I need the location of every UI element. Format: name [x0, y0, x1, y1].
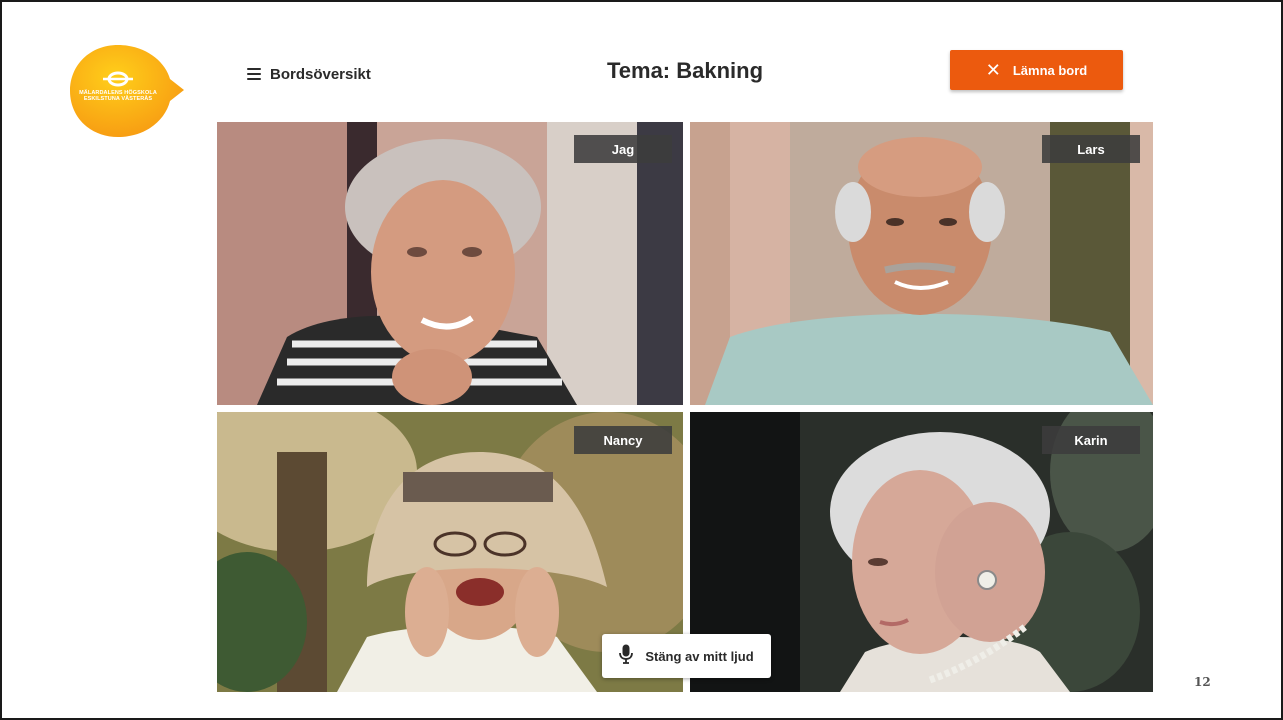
participant-name-tag: Lars: [1042, 135, 1140, 163]
page-number: 12: [1194, 675, 1211, 689]
video-tile-lars[interactable]: Lars: [690, 122, 1153, 405]
university-logo: MÄLARDALENS HÖGSKOLA ESKILSTUNA VÄSTERÅS: [70, 43, 186, 139]
leave-table-label: Lämna bord: [1012, 62, 1088, 78]
mute-my-audio-label: Stäng av mitt ljud: [645, 648, 754, 664]
leave-table-button[interactable]: ✕ Lämna bord: [950, 50, 1123, 90]
table-overview-button[interactable]: Bordsöversikt: [247, 62, 371, 86]
close-icon: ✕: [985, 60, 1001, 80]
video-tile-jag[interactable]: Jag: [217, 122, 683, 405]
table-overview-label: Bordsöversikt: [270, 65, 371, 83]
participant-name-tag: Karin: [1042, 426, 1140, 454]
microphone-icon: [619, 644, 634, 669]
participant-video: [217, 122, 683, 405]
participant-name-tag: Jag: [574, 135, 672, 163]
logo-text: MÄLARDALENS HÖGSKOLA ESKILSTUNA VÄSTERÅS: [79, 90, 157, 102]
hamburger-icon: [247, 68, 261, 80]
participant-name-tag: Nancy: [574, 426, 672, 454]
mute-my-audio-button[interactable]: Stäng av mitt ljud: [602, 634, 771, 678]
participant-video: [690, 122, 1153, 405]
page-title: Tema: Bakning: [606, 58, 764, 83]
